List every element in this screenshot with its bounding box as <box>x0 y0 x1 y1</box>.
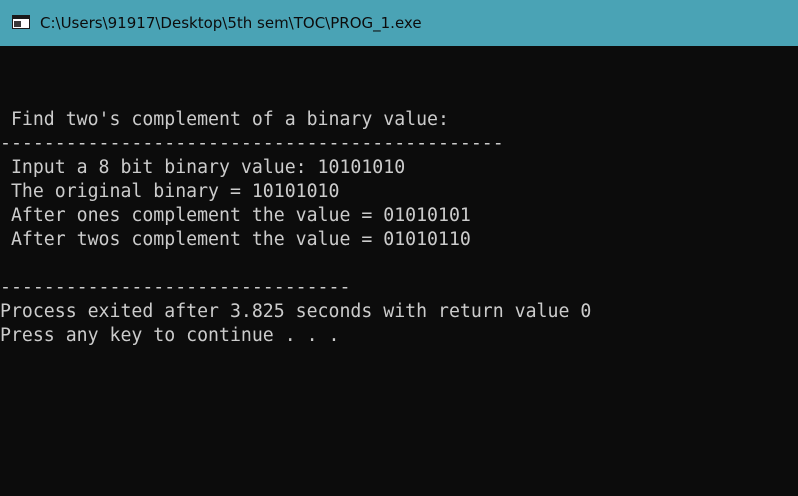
console-output[interactable]: Find two's complement of a binary value:… <box>0 84 798 496</box>
title-bar[interactable]: C:\Users\91917\Desktop\5th sem\TOC\PROG_… <box>0 0 798 46</box>
console-line-blank-2 <box>0 252 798 276</box>
console-window: C:\Users\91917\Desktop\5th sem\TOC\PROG_… <box>0 0 798 496</box>
console-line-twos-complement: After twos complement the value = 010101… <box>0 229 471 250</box>
console-line-original: The original binary = 10101010 <box>0 181 340 202</box>
console-line-process-exit: Process exited after 3.825 seconds with … <box>0 301 592 322</box>
window-title: C:\Users\91917\Desktop\5th sem\TOC\PROG_… <box>40 14 422 32</box>
console-line-heading: Find two's complement of a binary value: <box>0 109 449 130</box>
console-window-icon <box>12 15 30 29</box>
console-line-press-any-key: Press any key to continue . . . <box>0 325 340 346</box>
console-line-separator: ----------------------------------------… <box>0 133 504 154</box>
console-line-separator-2: -------------------------------- <box>0 277 351 298</box>
console-line-input: Input a 8 bit binary value: 10101010 <box>0 157 406 178</box>
console-line-ones-complement: After ones complement the value = 010101… <box>0 205 471 226</box>
